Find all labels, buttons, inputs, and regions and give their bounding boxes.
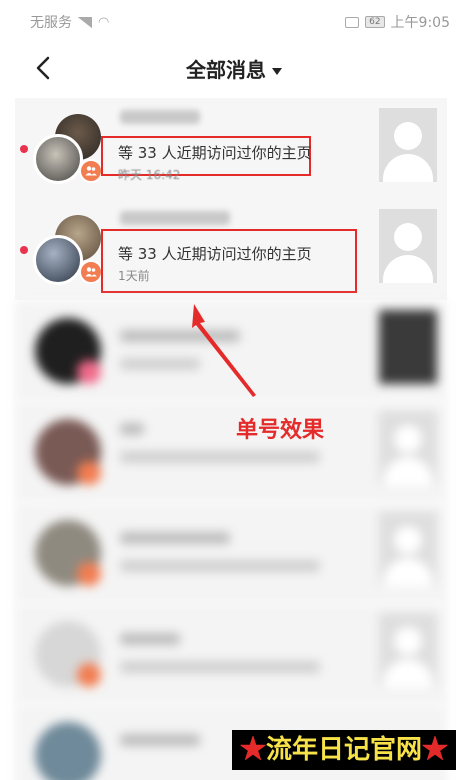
list-item[interactable] — [15, 401, 447, 502]
wifi-icon: ◠ — [98, 14, 110, 30]
thumbnail[interactable] — [379, 209, 437, 283]
header: 全部消息 — [0, 44, 468, 94]
message-list: 等 33 人近期访问过你的主页 昨天 16:42 等 33 人近期访问过你的主页… — [15, 98, 447, 780]
group-badge-icon — [79, 159, 103, 183]
star-icon: ★ — [239, 735, 266, 765]
list-item[interactable] — [15, 502, 447, 603]
watermark-text: 流年日记官网 — [265, 735, 422, 765]
list-item[interactable]: 等 33 人近期访问过你的主页 1天前 — [15, 199, 447, 300]
status-bar: 无服务 ◠ 62 上午9:05 — [0, 0, 468, 44]
caret-down-icon — [272, 68, 282, 75]
star-icon: ★ — [421, 735, 448, 765]
battery-icon: 62 — [365, 16, 385, 28]
avatar — [33, 134, 83, 184]
page-title: 全部消息 — [186, 58, 266, 82]
message-time: 1天前 — [118, 269, 150, 283]
thumbnail[interactable] — [379, 310, 437, 384]
message-text: 等 33 人近期访问过你的主页 — [118, 144, 312, 162]
thumbnail[interactable] — [379, 512, 437, 586]
signal-icon — [78, 16, 92, 28]
cast-icon — [345, 16, 360, 28]
thumbnail[interactable] — [379, 411, 437, 485]
blurred-name — [120, 110, 200, 124]
carrier-text: 无服务 — [30, 15, 72, 31]
annotation-label: 单号效果 — [236, 418, 325, 443]
list-item[interactable]: 等 33 人近期访问过你的主页 昨天 16:42 — [15, 98, 447, 199]
avatar — [35, 722, 101, 780]
thumbnail[interactable] — [379, 613, 437, 687]
blurred-name — [120, 211, 230, 225]
clock: 上午9:05 — [390, 15, 450, 31]
unread-dot — [20, 246, 28, 254]
list-item[interactable] — [15, 603, 447, 704]
thumbnail[interactable] — [379, 108, 437, 182]
avatar — [33, 235, 83, 285]
group-badge-icon — [79, 260, 103, 284]
list-item[interactable] — [15, 300, 447, 401]
message-time: 昨天 16:42 — [118, 168, 181, 182]
message-text: 等 33 人近期访问过你的主页 — [118, 245, 312, 263]
watermark: ★流年日记官网★ — [231, 730, 456, 770]
title-dropdown[interactable]: 全部消息 — [0, 54, 468, 83]
unread-dot — [20, 145, 28, 153]
